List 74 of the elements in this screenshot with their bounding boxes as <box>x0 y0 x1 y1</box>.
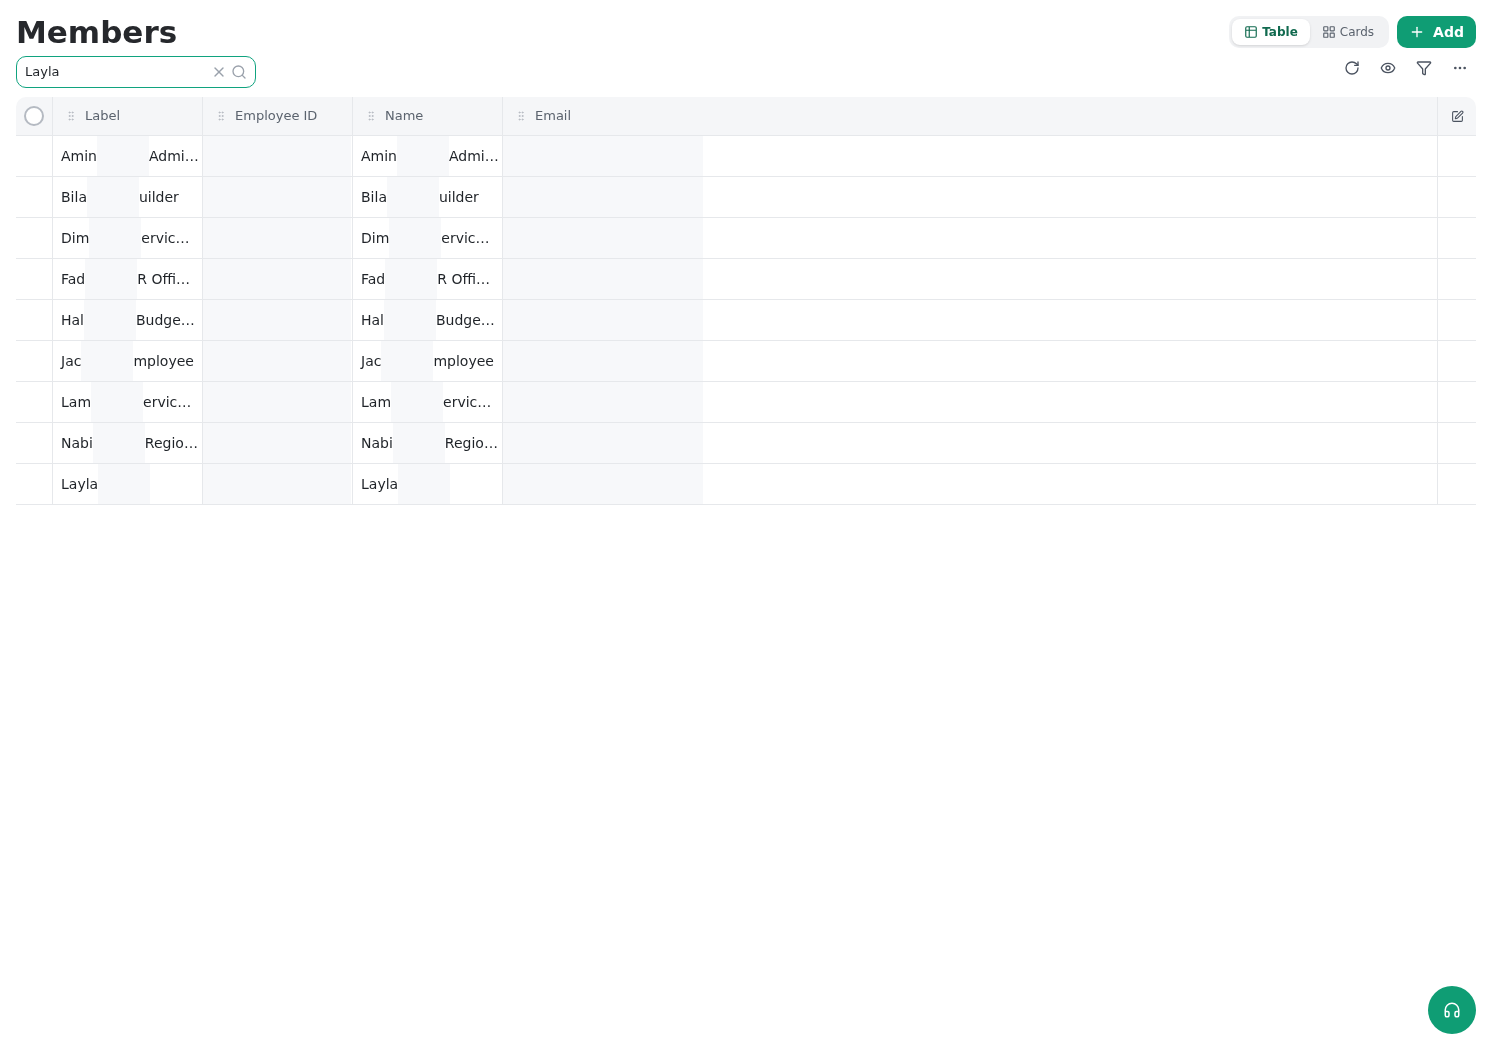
redaction-block <box>384 300 436 340</box>
support-button[interactable] <box>1428 986 1476 1034</box>
cell-text: Dim <box>61 228 90 248</box>
redaction-block <box>89 218 142 258</box>
cell-text: Jac <box>61 351 82 371</box>
column-header[interactable]: Employee ID <box>235 106 318 126</box>
cell-text: Fad <box>361 269 386 289</box>
search-input[interactable]: Layla <box>25 62 207 82</box>
drag-handle-icon[interactable] <box>365 110 377 122</box>
search-field[interactable]: Layla <box>16 56 256 88</box>
cell-text: Hal <box>361 310 384 330</box>
cell-text: uilder <box>138 187 179 207</box>
cell-text: Bila <box>61 187 87 207</box>
cell-text: Budge… <box>136 310 195 330</box>
table-icon <box>1244 25 1259 39</box>
cell-text: Nabi <box>61 433 93 453</box>
cell-text: Admi… <box>449 146 499 166</box>
column-header[interactable]: Email <box>535 106 572 126</box>
redaction-block <box>81 341 134 381</box>
cell-text: ervic… <box>441 228 490 248</box>
cell-text: ervic… <box>141 228 190 248</box>
cell-text: mployee <box>433 351 494 371</box>
cell-text: Admi… <box>149 146 199 166</box>
redaction-block <box>392 423 445 463</box>
cell-text: Layla <box>61 474 99 494</box>
filter-icon[interactable] <box>1416 60 1432 76</box>
cell-text: Fad <box>61 269 86 289</box>
view-tab[interactable]: Cards <box>1309 19 1387 45</box>
cell-text: mployee <box>133 351 194 371</box>
search-icon <box>231 64 247 80</box>
cell-text: R Offi… <box>137 269 190 289</box>
redaction-block <box>391 382 444 422</box>
redaction-block <box>84 300 136 340</box>
headphones-icon <box>1443 1001 1461 1019</box>
cell-text: Regio… <box>144 433 198 453</box>
cell-text: Amin <box>61 146 97 166</box>
cell-text: Hal <box>61 310 84 330</box>
edit-icon[interactable] <box>1450 109 1464 123</box>
cell-text: uilder <box>438 187 479 207</box>
column-header[interactable]: Label <box>85 106 121 126</box>
view-tab[interactable]: Table <box>1232 19 1310 45</box>
drag-handle-icon[interactable] <box>515 110 527 122</box>
select-all-checkbox[interactable] <box>24 106 44 126</box>
cell-text: Jac <box>361 351 382 371</box>
cell-text: ervic… <box>443 392 492 412</box>
cell-text: Bila <box>361 187 387 207</box>
refresh-icon[interactable] <box>1344 60 1360 76</box>
grid-icon <box>1321 25 1336 39</box>
redaction-block <box>386 177 439 217</box>
cell-text: Dim <box>361 228 390 248</box>
redaction-block <box>91 382 144 422</box>
cell-text: Amin <box>361 146 397 166</box>
redaction-block <box>86 177 139 217</box>
redaction-block <box>98 464 151 504</box>
cell-text: Regio… <box>444 433 498 453</box>
cell-text: R Offi… <box>437 269 490 289</box>
column-header[interactable]: Name <box>385 106 424 126</box>
redaction-block <box>381 341 434 381</box>
redaction-block <box>389 218 442 258</box>
page-title: Members <box>16 13 179 52</box>
eye-icon[interactable] <box>1380 60 1396 76</box>
cell-text: ervic… <box>143 392 192 412</box>
add-button[interactable]: Add <box>1397 16 1476 48</box>
cell-text: Budge… <box>436 310 495 330</box>
redaction-block <box>385 259 438 299</box>
redaction-block <box>92 423 145 463</box>
redaction-block <box>398 464 451 504</box>
cell-text: Layla <box>361 474 399 494</box>
cell-text: Lam <box>61 392 92 412</box>
cell-text: Nabi <box>361 433 393 453</box>
redaction-block <box>85 259 138 299</box>
drag-handle-icon[interactable] <box>215 110 227 122</box>
drag-handle-icon[interactable] <box>65 110 77 122</box>
cell-text: Lam <box>361 392 392 412</box>
